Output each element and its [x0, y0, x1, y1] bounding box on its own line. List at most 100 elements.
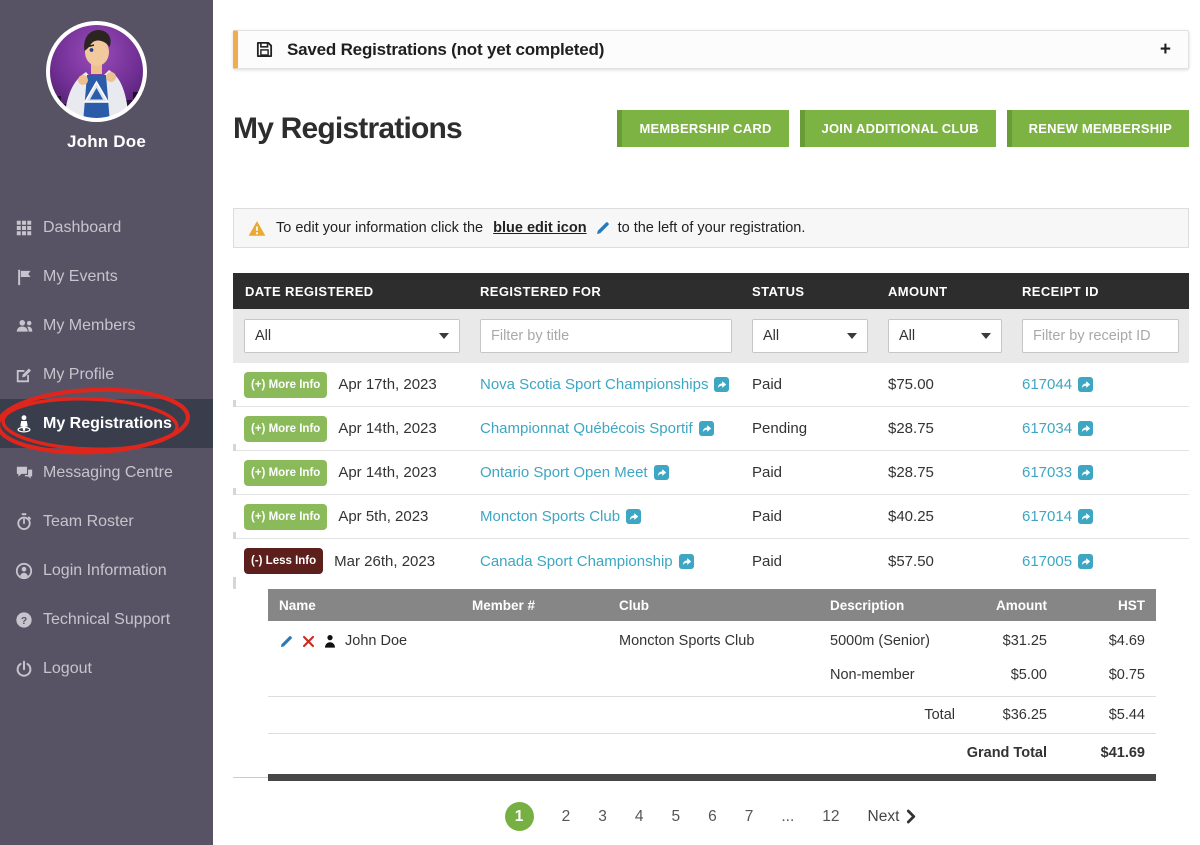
sidebar-item-label: My Registrations — [43, 415, 172, 433]
event-link[interactable]: Ontario Sport Open Meet — [480, 464, 669, 481]
user-circle-icon — [14, 561, 34, 581]
external-link-icon — [654, 465, 669, 480]
comments-icon — [14, 463, 34, 483]
stopwatch-icon — [14, 512, 34, 532]
pagination-ellipsis: ... — [781, 808, 794, 826]
detail-column-hst: HST — [1047, 598, 1145, 613]
sidebar-item-my-profile[interactable]: My Profile — [0, 350, 213, 399]
page-number[interactable]: 2 — [562, 808, 571, 826]
sidebar-item-messaging-centre[interactable]: Messaging Centre — [0, 448, 213, 497]
less-info-button[interactable]: (-) Less Info — [244, 548, 323, 574]
save-floppy-icon — [255, 40, 274, 59]
page-number[interactable]: 5 — [671, 808, 680, 826]
column-date-registered: DATE REGISTERED — [233, 284, 480, 299]
title-filter-input[interactable] — [480, 319, 732, 353]
receipt-filter-input[interactable] — [1022, 319, 1179, 353]
more-info-button[interactable]: (+) More Info — [244, 372, 327, 398]
total-amount: $36.25 — [955, 707, 1047, 723]
next-page-button[interactable]: Next — [868, 808, 918, 826]
receipt-link[interactable]: 617014 — [1022, 508, 1093, 525]
notice-text-after: to the left of your registration. — [618, 220, 806, 236]
users-icon — [14, 316, 34, 336]
amount-value: $75.00 — [888, 376, 1022, 393]
external-link-icon — [1078, 377, 1093, 392]
line-hst: $0.75 — [1047, 667, 1145, 683]
grand-total-row: Grand Total $41.69 — [268, 734, 1156, 772]
event-link[interactable]: Canada Sport Championship — [480, 553, 694, 570]
sidebar-item-team-roster[interactable]: Team Roster — [0, 497, 213, 546]
more-info-button[interactable]: (+) More Info — [244, 504, 327, 530]
receipt-link[interactable]: 617005 — [1022, 553, 1093, 570]
sidebar-item-logout[interactable]: Logout — [0, 644, 213, 693]
sidebar-item-login-information[interactable]: Login Information — [0, 546, 213, 595]
more-info-button[interactable]: (+) More Info — [244, 416, 327, 442]
sidebar-item-label: Messaging Centre — [43, 464, 173, 482]
external-link-icon — [1078, 554, 1093, 569]
page-number[interactable]: 3 — [598, 808, 607, 826]
sidebar-item-my-members[interactable]: My Members — [0, 301, 213, 350]
sidebar-item-my-events[interactable]: My Events — [0, 252, 213, 301]
event-link[interactable]: Championnat Québécois Sportif — [480, 420, 714, 437]
avatar — [45, 20, 148, 123]
delete-x-icon[interactable] — [302, 635, 315, 648]
sidebar-item-label: Login Information — [43, 562, 167, 580]
external-link-icon — [1078, 465, 1093, 480]
status-filter-select[interactable]: All — [752, 319, 868, 353]
sidebar-item-dashboard[interactable]: Dashboard — [0, 203, 213, 252]
sidebar-item-my-registrations[interactable]: My Registrations — [0, 399, 213, 448]
line-description: Non-member — [830, 667, 955, 683]
total-hst: $5.44 — [1047, 707, 1145, 723]
detail-row: John Doe Moncton Sports Club 5000m (Seni… — [268, 621, 1156, 661]
page-number[interactable]: 7 — [745, 808, 754, 826]
total-row: Total $36.25 $5.44 — [268, 697, 1156, 733]
join-additional-club-button[interactable]: JOIN ADDITIONAL CLUB — [800, 110, 996, 147]
chevron-down-icon — [439, 333, 449, 339]
power-icon — [14, 659, 34, 679]
chevron-right-icon — [906, 809, 917, 824]
amount-filter-select[interactable]: All — [888, 319, 1002, 353]
sidebar-item-label: My Members — [43, 317, 135, 335]
street-view-icon — [14, 414, 34, 434]
external-link-icon — [1078, 509, 1093, 524]
more-info-button[interactable]: (+) More Info — [244, 460, 327, 486]
edit-pencil-icon[interactable] — [279, 634, 294, 649]
membership-card-button[interactable]: MEMBERSHIP CARD — [617, 110, 788, 147]
date-registered: Mar 26th, 2023 — [334, 553, 435, 570]
event-link[interactable]: Nova Scotia Sport Championships — [480, 376, 729, 393]
page-number[interactable]: 6 — [708, 808, 717, 826]
expand-plus-icon[interactable]: + — [1160, 39, 1171, 61]
renew-membership-button[interactable]: RENEW MEMBERSHIP — [1007, 110, 1189, 147]
date-registered: Apr 5th, 2023 — [338, 508, 428, 525]
status-value: Paid — [752, 508, 888, 525]
column-receipt-id: RECEIPT ID — [1022, 284, 1189, 299]
status-value: Paid — [752, 376, 888, 393]
table-row: (+) More InfoApr 14th, 2023 Championnat … — [233, 407, 1189, 451]
sidebar-item-label: Team Roster — [43, 513, 134, 531]
table-row: (+) More InfoApr 17th, 2023 Nova Scotia … — [233, 363, 1189, 407]
page-number-current[interactable]: 1 — [505, 802, 534, 831]
saved-registrations-accordion[interactable]: Saved Registrations (not yet completed) … — [233, 30, 1189, 69]
main-content: Saved Registrations (not yet completed) … — [213, 0, 1200, 845]
page-number[interactable]: 12 — [822, 808, 839, 826]
external-link-icon — [1078, 421, 1093, 436]
club-name: Moncton Sports Club — [619, 633, 830, 649]
receipt-link[interactable]: 617033 — [1022, 464, 1093, 481]
page-number[interactable]: 4 — [635, 808, 644, 826]
receipt-link[interactable]: 617034 — [1022, 420, 1093, 437]
table-row-expanded: (-) Less Info Mar 26th, 2023 Canada Sport… — [233, 539, 1189, 583]
date-filter-select[interactable]: All — [244, 319, 460, 353]
detail-column-club: Club — [619, 598, 830, 613]
page-title: My Registrations — [233, 112, 462, 146]
notice-link-text: blue edit icon — [493, 220, 586, 236]
table-header-row: DATE REGISTERED REGISTERED FOR STATUS AM… — [233, 273, 1189, 309]
detail-column-amount: Amount — [955, 598, 1047, 613]
saved-registrations-title: Saved Registrations (not yet completed) — [287, 40, 604, 60]
status-value: Paid — [752, 464, 888, 481]
sidebar-item-technical-support[interactable]: ? Technical Support — [0, 595, 213, 644]
receipt-link[interactable]: 617044 — [1022, 376, 1093, 393]
detail-row: Non-member $5.00 $0.75 — [268, 661, 1156, 689]
external-link-icon — [699, 421, 714, 436]
warning-triangle-icon — [247, 219, 267, 238]
column-status: STATUS — [752, 284, 888, 299]
event-link[interactable]: Moncton Sports Club — [480, 508, 641, 525]
